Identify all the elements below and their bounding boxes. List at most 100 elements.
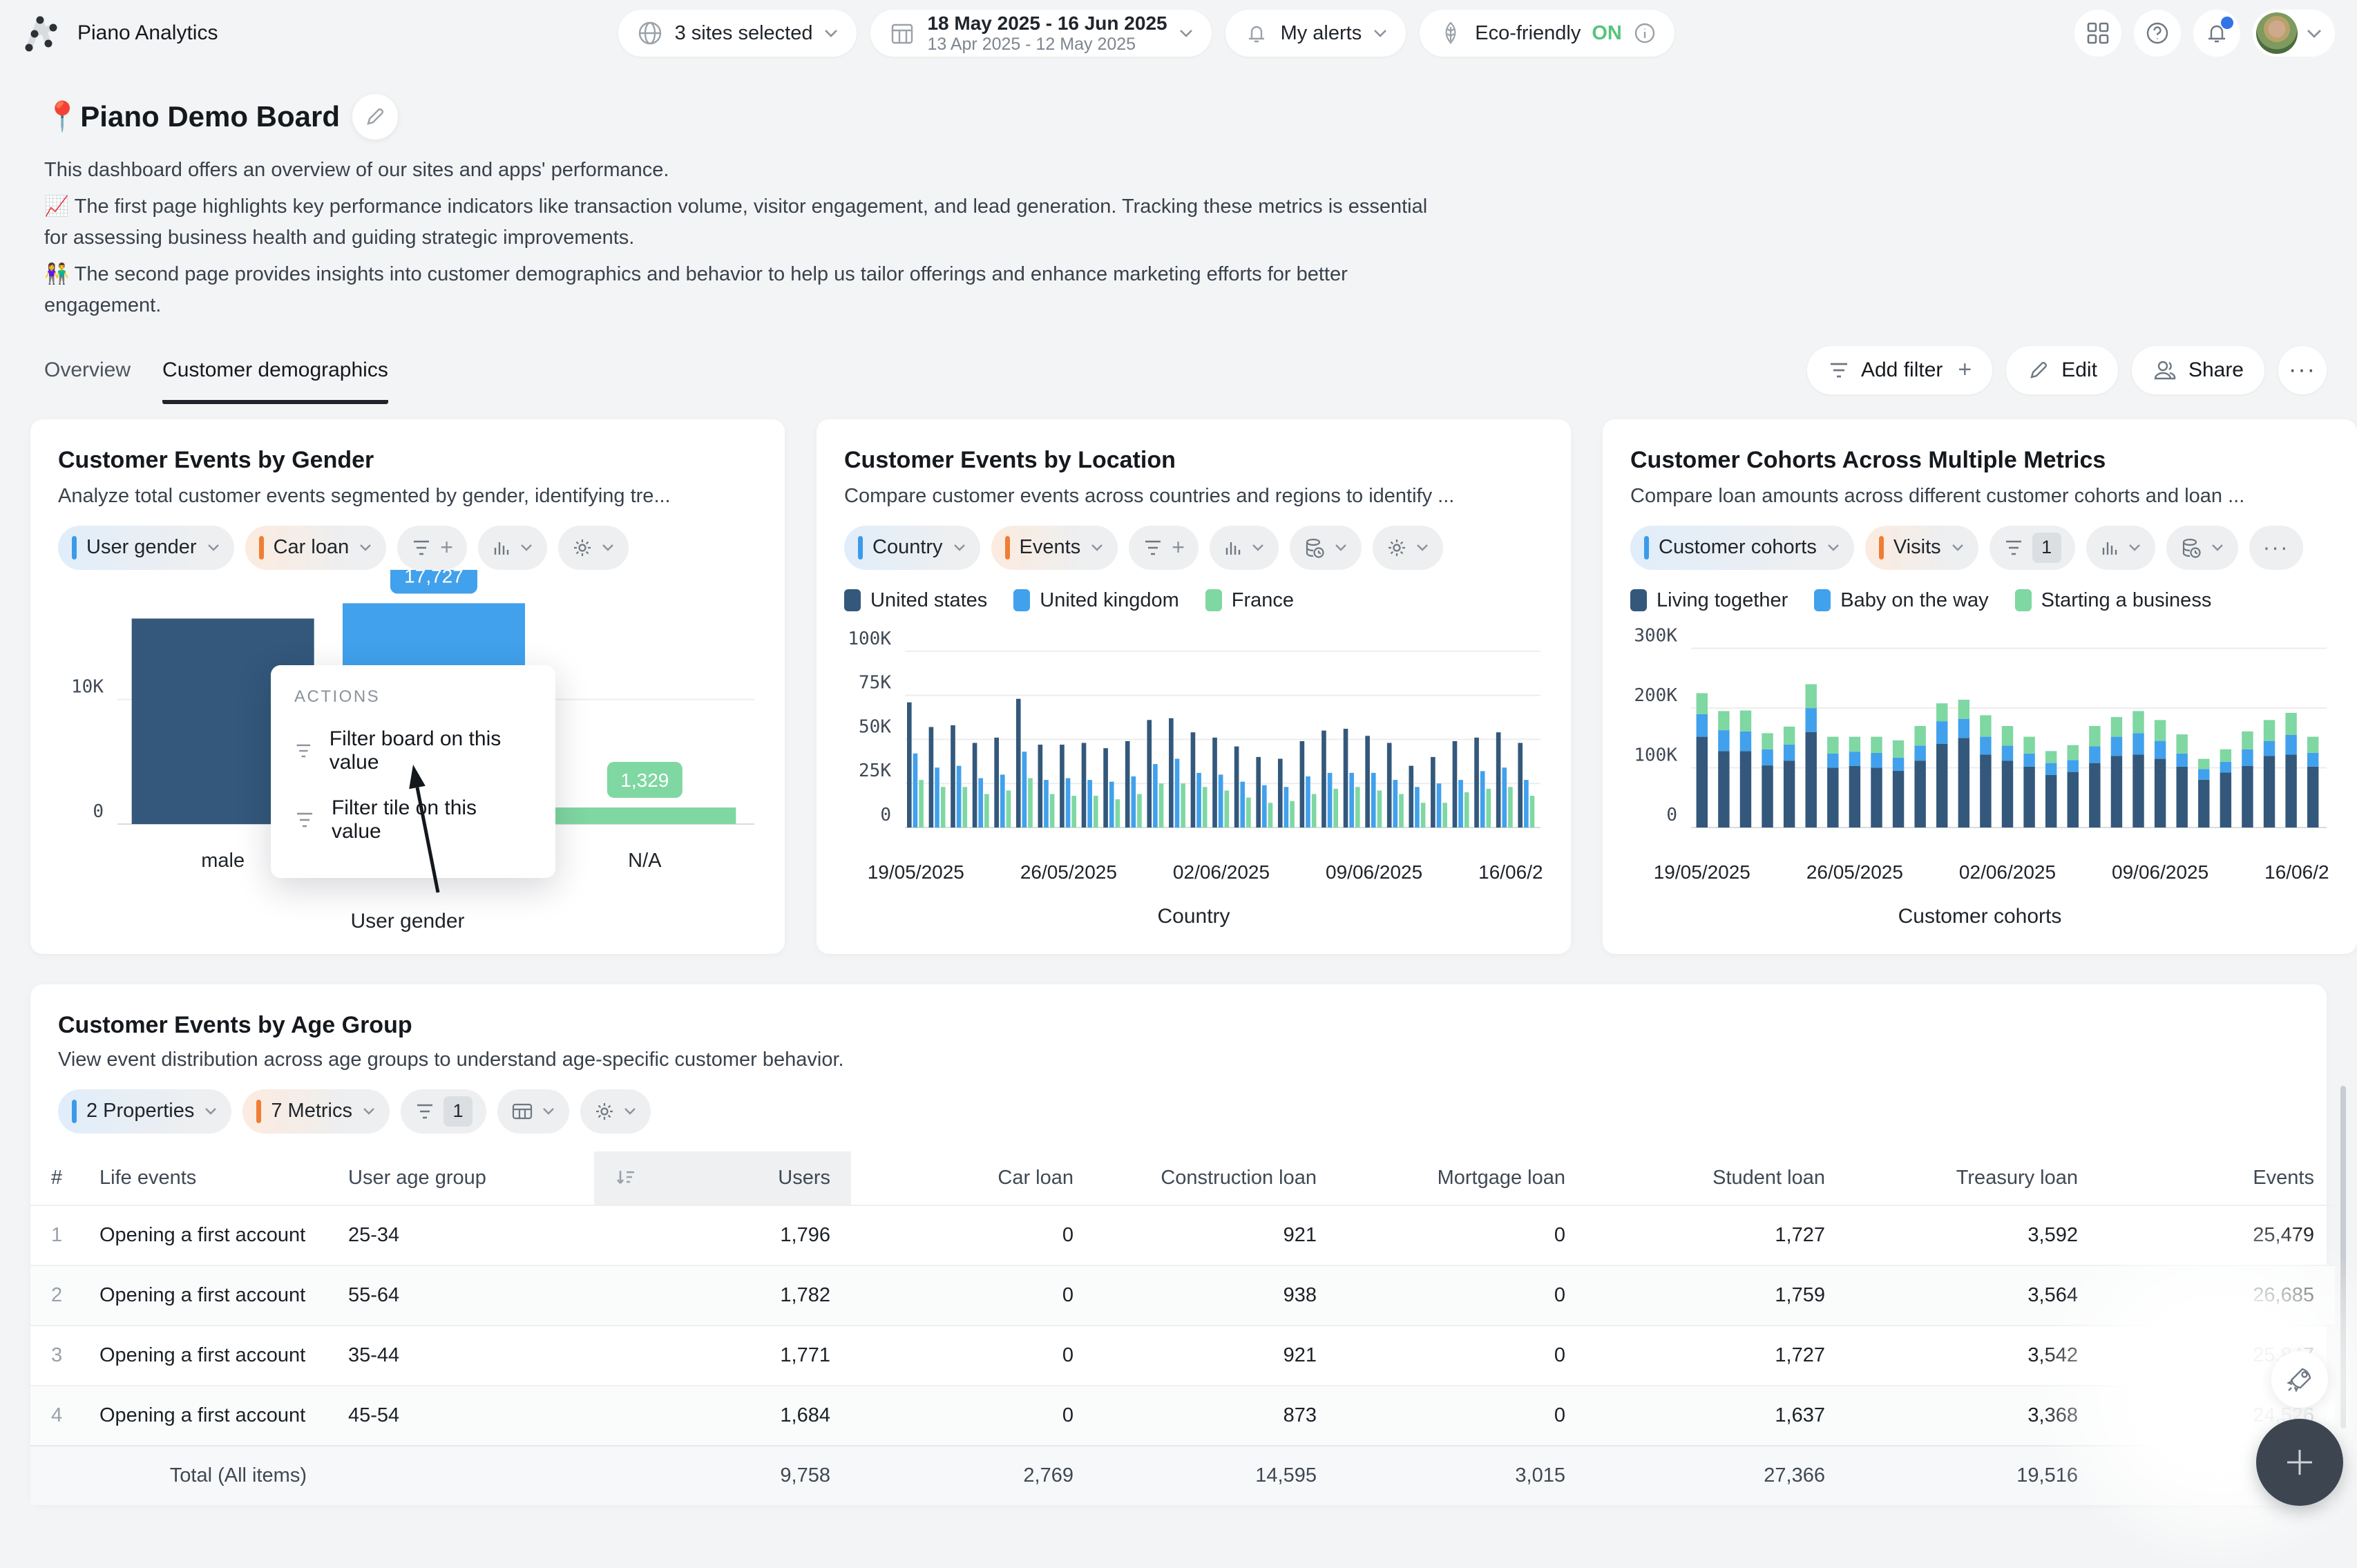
filter-count-badge: 1 (443, 1096, 473, 1127)
tile-settings-button[interactable] (558, 526, 629, 570)
help-button[interactable] (2134, 10, 2181, 57)
metric-label: Visits (1893, 536, 1941, 559)
svg-text:02/06/2025: 02/06/2025 (1173, 861, 1270, 883)
svg-text:1,329: 1,329 (620, 769, 669, 791)
col-mortgage-loan[interactable]: Mortgage loan (1337, 1151, 1586, 1205)
metric-pill[interactable]: Events (991, 526, 1118, 570)
dimension-pill[interactable]: Customer cohorts (1630, 526, 1854, 570)
table-scrollbar[interactable] (2340, 1086, 2346, 1428)
chevron-down-icon (1373, 28, 1388, 38)
table-row[interactable]: 1 Opening a first account 25-34 1,796 0 … (30, 1205, 2335, 1265)
board-description-line: 👫 The second page provides insights into… (44, 259, 1433, 321)
tile-more-button[interactable]: ··· (2249, 526, 2303, 570)
add-filter-button[interactable]: Add filter + (1807, 346, 1992, 394)
filter-icon (1828, 361, 1850, 380)
chart-type-button[interactable] (478, 526, 547, 570)
location-grouped-bar-chart[interactable]: 025K50K75K100K19/05/202526/05/202502/06/… (844, 612, 1543, 891)
col-student-loan[interactable]: Student loan (1586, 1151, 1846, 1205)
metric-color-bar (259, 536, 264, 560)
svg-text:02/06/2025: 02/06/2025 (1959, 861, 2056, 883)
col-car-loan[interactable]: Car loan (851, 1151, 1094, 1205)
legend-swatch (844, 589, 861, 611)
chevron-down-icon (823, 28, 839, 38)
sites-selector[interactable]: 3 sites selected (618, 10, 857, 57)
sites-selected-label: 3 sites selected (675, 22, 813, 45)
svg-text:0: 0 (880, 805, 891, 825)
more-options-button[interactable]: ··· (2278, 346, 2327, 394)
add-tile-button[interactable] (2256, 1419, 2343, 1506)
board-description-line: 📈 The first page highlights key performa… (44, 191, 1433, 254)
table-header-row: # Life events User age group Users Car l… (30, 1151, 2335, 1205)
gender-axis-title: User gender (58, 910, 757, 933)
legend-swatch (1013, 589, 1030, 611)
pencil-icon (2027, 358, 2050, 382)
gear-icon (572, 537, 593, 558)
tab-customer-demographics[interactable]: Customer demographics (162, 358, 388, 404)
chevron-down-icon (542, 1107, 555, 1116)
dimension-pill[interactable]: Country (844, 526, 980, 570)
quick-launch-button[interactable] (2271, 1351, 2328, 1408)
legend-label: France (1232, 589, 1294, 612)
dimension-color-bar (1644, 536, 1649, 560)
tile-filter-button[interactable]: 1 (1989, 526, 2075, 570)
col-users-sorted[interactable]: Users (594, 1151, 851, 1205)
chart-type-button[interactable] (2086, 526, 2155, 570)
bar-chart-icon (2100, 538, 2119, 557)
tile-filter-button[interactable]: + (397, 526, 467, 570)
database-clock-icon (2180, 537, 2202, 559)
svg-text:100K: 100K (848, 628, 891, 649)
tile-filter-button[interactable]: 1 (401, 1089, 486, 1134)
my-alerts-selector[interactable]: My alerts (1225, 10, 1406, 57)
col-events[interactable]: Events (2099, 1151, 2335, 1205)
dimension-pill[interactable]: User gender (58, 526, 234, 570)
notifications-button[interactable] (2193, 10, 2240, 57)
col-user-age-group[interactable]: User age group (327, 1151, 594, 1205)
brand-name: Piano Analytics (77, 21, 218, 45)
tab-overview[interactable]: Overview (44, 358, 131, 404)
metric-pill[interactable]: Visits (1865, 526, 1978, 570)
chevron-down-icon (1415, 543, 1429, 552)
filter-icon (1143, 539, 1163, 557)
table-row[interactable]: 4 Opening a first account 45-54 1,684 0 … (30, 1386, 2335, 1446)
edit-button[interactable]: Edit (2006, 346, 2118, 394)
display-type-button[interactable] (497, 1089, 569, 1134)
people-icon (2153, 358, 2177, 382)
chart-type-button[interactable] (1210, 526, 1279, 570)
share-button[interactable]: Share (2132, 346, 2264, 394)
tile-filter-button[interactable]: + (1129, 526, 1199, 570)
metrics-pill[interactable]: 7 Metrics (242, 1089, 390, 1134)
cohorts-stacked-bar-chart[interactable]: 0100K200K300K19/05/202526/05/202502/06/2… (1630, 612, 2329, 891)
date-range-primary: 18 May 2025 - 16 Jun 2025 (927, 12, 1167, 34)
legend-label: United states (870, 589, 987, 612)
col-construction-loan[interactable]: Construction loan (1094, 1151, 1337, 1205)
table-row[interactable]: 3 Opening a first account 35-44 1,771 0 … (30, 1326, 2335, 1386)
col-treasury-loan[interactable]: Treasury loan (1846, 1151, 2099, 1205)
chevron-down-icon (1251, 543, 1265, 552)
data-source-button[interactable] (2166, 526, 2238, 570)
metric-label: Car loan (274, 536, 350, 559)
date-range-selector[interactable]: 18 May 2025 - 16 Jun 2025 13 Apr 2025 - … (870, 10, 1211, 57)
svg-text:300K: 300K (1634, 625, 1677, 646)
svg-text:male: male (201, 850, 245, 872)
apps-grid-button[interactable] (2074, 10, 2121, 57)
metric-color-bar (1005, 536, 1010, 560)
properties-pill[interactable]: 2 Properties (58, 1089, 231, 1134)
metric-pill[interactable]: Car loan (245, 526, 387, 570)
location-axis-title: Country (844, 905, 1543, 928)
edit-title-button[interactable] (352, 94, 398, 140)
more-icon: ··· (2263, 535, 2289, 560)
plus-icon (2280, 1443, 2319, 1482)
legend-swatch (1814, 589, 1831, 611)
eco-friendly-toggle[interactable]: Eco-friendly ON (1420, 10, 1674, 57)
col-life-events[interactable]: Life events (79, 1151, 327, 1205)
chevron-down-icon (207, 543, 220, 552)
data-source-button[interactable] (1290, 526, 1362, 570)
dimension-label: User gender (86, 536, 197, 559)
table-row[interactable]: 2 Opening a first account 55-64 1,782 0 … (30, 1265, 2335, 1326)
tile-settings-button[interactable] (580, 1089, 651, 1134)
edit-label: Edit (2061, 358, 2097, 382)
svg-text:09/06/2025: 09/06/2025 (2112, 861, 2208, 883)
user-menu[interactable] (2253, 10, 2335, 57)
svg-text:09/06/2025: 09/06/2025 (1326, 861, 1422, 883)
tile-settings-button[interactable] (1373, 526, 1443, 570)
